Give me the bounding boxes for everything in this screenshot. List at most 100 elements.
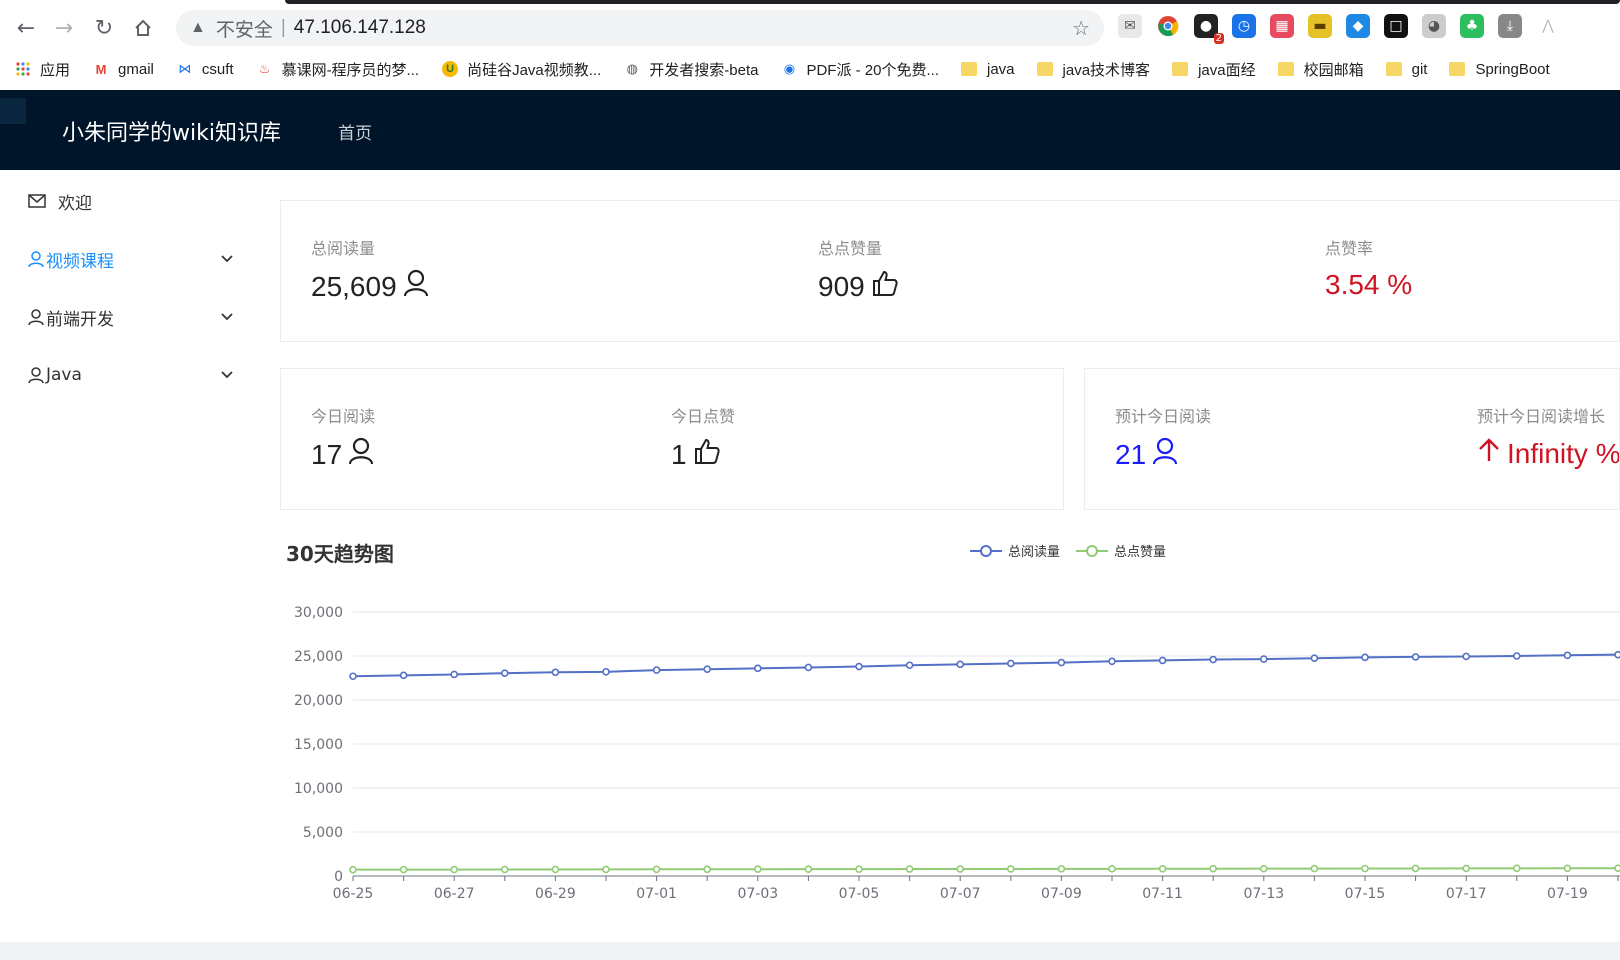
sidebar-item-frontend[interactable]: 前端开发 — [28, 297, 233, 337]
apps-grid-icon — [14, 61, 32, 77]
x-tick-label: 07-17 — [1446, 886, 1487, 902]
data-point — [1513, 864, 1521, 873]
bookmark-campus-mail[interactable]: 校园邮箱 — [1277, 59, 1364, 80]
stat-forecast-views: 预计今日阅读 21 — [1115, 403, 1211, 472]
bookmark-git[interactable]: git — [1385, 61, 1427, 78]
user-icon — [28, 250, 46, 268]
data-point — [1513, 652, 1521, 660]
user-icon — [1152, 437, 1178, 472]
y-tick-label: 20,000 — [294, 693, 343, 709]
legend-item-views[interactable]: 总阅读量 — [970, 541, 1060, 560]
chat-ext-icon[interactable]: ● 2 — [1194, 14, 1224, 44]
x-tick-label: 07-11 — [1142, 886, 1183, 902]
cat-ext-icon[interactable]: ◕ — [1422, 14, 1446, 38]
bookmark-label: 校园邮箱 — [1303, 61, 1364, 79]
sidebar-item-label: 前端开发 — [46, 309, 114, 330]
stat-label: 今日阅读 — [311, 407, 376, 426]
bookmark-java-blog[interactable]: java技术博客 — [1036, 59, 1151, 80]
data-point — [1006, 865, 1015, 873]
bookmark-label: java — [987, 60, 1015, 78]
data-point — [1108, 657, 1116, 666]
data-point — [1361, 653, 1369, 662]
data-point — [855, 865, 863, 873]
bookmark-label: csuft — [201, 60, 234, 78]
bookmark-imooc[interactable]: ♨ 慕课网-程序员的梦... — [256, 59, 419, 80]
extensions-bar: ✉ ● 2 ◷ ▦ ▬ ◆ □ ◕ ♣ ⤓ ⋀ — [1118, 14, 1560, 44]
bookmark-star-icon[interactable]: ☆ — [1072, 16, 1090, 41]
address-bar[interactable]: ▲ 不安全 | 47.106.147.128 ☆ — [176, 10, 1104, 46]
download-ext-icon[interactable]: ⤓ — [1498, 14, 1522, 38]
data-point — [1361, 864, 1369, 873]
evernote-ext-icon[interactable]: ♣ — [1460, 14, 1484, 38]
chevron-down-icon[interactable] — [221, 309, 233, 325]
data-point — [349, 865, 357, 874]
bookmark-atguigu[interactable]: U 尚硅谷Java视频教... — [441, 59, 601, 80]
thumb-up-icon — [871, 269, 899, 304]
bookmark-devsearch[interactable]: ◍ 开发者搜索-beta — [623, 59, 759, 80]
gmail-icon: M — [95, 61, 107, 77]
insecure-label: 不安全 — [215, 19, 273, 41]
active-tab-strip — [285, 0, 1620, 4]
back-icon[interactable]: ← — [10, 12, 42, 44]
reload-icon[interactable]: ↻ — [88, 12, 120, 44]
warning-icon: ▲ — [190, 19, 206, 36]
bookmark-label: SpringBoot — [1475, 60, 1550, 78]
data-point — [1462, 652, 1470, 661]
bookmark-java[interactable]: java — [961, 61, 1015, 78]
legend-item-likes[interactable]: 总点赞量 — [1076, 541, 1166, 560]
chart-title: 30天趋势图 — [286, 542, 394, 566]
clock-ext-icon[interactable]: ◷ — [1232, 14, 1256, 38]
logo-placeholder — [0, 98, 26, 124]
forward-icon[interactable]: → — [48, 12, 80, 44]
app-header: 小朱同学的wiki知识库 首页 — [0, 90, 1620, 170]
site-title[interactable]: 小朱同学的wiki知识库 — [62, 115, 281, 147]
chevron-down-icon[interactable] — [221, 367, 233, 383]
chrome-ext-icon[interactable] — [1156, 14, 1180, 38]
data-point — [1057, 865, 1066, 873]
bookmark-apps[interactable]: 应用 — [14, 59, 70, 80]
stat-today-views: 今日阅读 17 — [311, 403, 375, 472]
today-stats-card: 今日阅读 17 今日点赞 1 — [280, 368, 1064, 510]
data-point — [1310, 864, 1319, 873]
data-point — [956, 660, 965, 669]
data-point — [1108, 865, 1116, 873]
y-tick-label: 0 — [334, 869, 343, 885]
sidebar-item-video-courses[interactable]: 视频课程 — [28, 239, 233, 279]
bookmark-java-interview[interactable]: java面经 — [1172, 59, 1256, 80]
bookmark-pdfpai[interactable]: ◉ PDF派 - 20个免费... — [780, 59, 939, 80]
sidebar-item-java[interactable]: Java — [28, 355, 233, 395]
data-point — [703, 865, 712, 874]
sidebar-item-welcome[interactable]: 欢迎 — [28, 181, 233, 221]
data-point — [1614, 650, 1620, 659]
bookmark-gmail[interactable]: M gmail — [92, 61, 154, 78]
data-point — [450, 865, 459, 874]
x-tick-label: 07-09 — [1041, 886, 1082, 902]
stat-label: 点赞率 — [1325, 239, 1374, 258]
nav-home[interactable]: 首页 — [338, 119, 372, 144]
sidebar-item-label: 视频课程 — [46, 251, 114, 272]
plant-ext-icon[interactable]: ▬ — [1308, 14, 1332, 38]
bookmark-label: 应用 — [40, 61, 71, 79]
data-point — [399, 865, 408, 874]
stat-label: 预计今日阅读增长 — [1477, 407, 1606, 426]
data-point — [1563, 651, 1572, 660]
stat-total-views: 总阅读量 25,609 — [311, 235, 429, 304]
home-icon[interactable] — [127, 12, 159, 44]
extension-badge: 2 — [1213, 33, 1224, 44]
stat-label: 总阅读量 — [311, 239, 376, 258]
bookmark-label: java技术博客 — [1062, 61, 1151, 79]
bookmark-csuft[interactable]: ⋈ csuft — [176, 60, 234, 78]
square-ext-icon[interactable]: □ — [1384, 14, 1408, 38]
bookmark-springboot[interactable]: SpringBoot — [1449, 60, 1550, 78]
sidebar-item-label: 欢迎 — [58, 193, 92, 214]
data-point — [602, 865, 610, 874]
shield-ext-icon[interactable]: ◆ — [1346, 14, 1370, 38]
arrow-ext-icon[interactable]: ⋀ — [1536, 14, 1560, 38]
stat-value: 3.54 % — [1325, 269, 1413, 300]
calendar-ext-icon[interactable]: ▦ — [1270, 14, 1294, 38]
y-tick-label: 15,000 — [294, 737, 343, 753]
url-text[interactable]: 47.106.147.128 — [294, 17, 426, 39]
mail-ext-icon[interactable]: ✉ — [1118, 14, 1142, 38]
data-point — [905, 661, 914, 670]
chevron-down-icon[interactable] — [221, 251, 233, 267]
